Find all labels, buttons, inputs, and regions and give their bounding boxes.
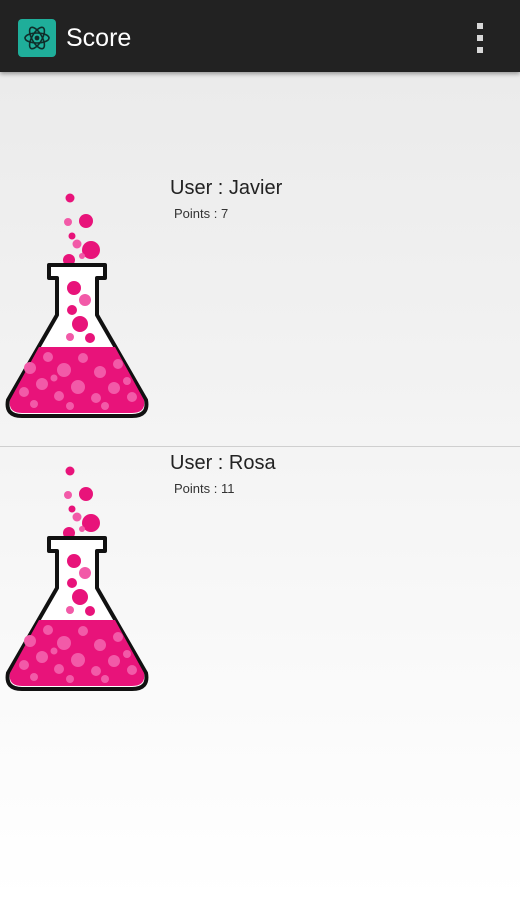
user-label: User : Javier (170, 177, 283, 199)
score-row-rosa[interactable]: User : Rosa Points : 11 (0, 446, 520, 707)
user-label: User : Rosa (170, 452, 276, 474)
score-row-javier[interactable]: User : Javier Points : 7 (0, 72, 520, 446)
score-list: User : Javier Points : 7 User: Rosa Poi… (0, 72, 520, 707)
atom-icon (18, 19, 56, 57)
flask-icon (5, 466, 149, 691)
app-title: Score (66, 24, 132, 52)
overflow-menu-icon[interactable] (468, 20, 492, 56)
points-label: Points : 7 (174, 206, 229, 221)
app-bar: Score (0, 0, 520, 72)
points-label: Points : 11 (174, 481, 235, 496)
flask-icon (5, 193, 149, 418)
